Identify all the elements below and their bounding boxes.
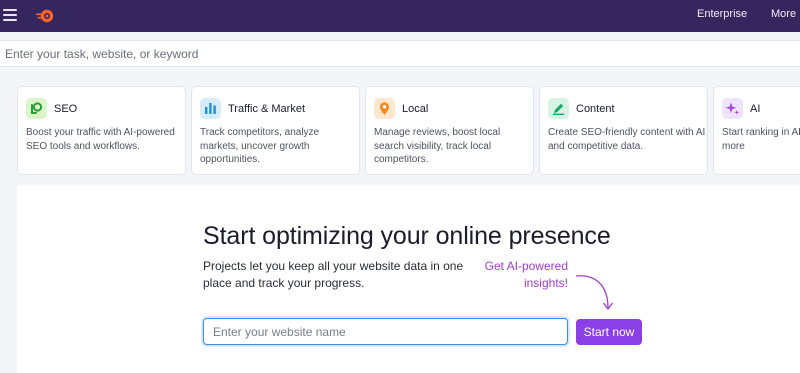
card-description: Track competitors, analyze markets, unco… — [200, 127, 320, 165]
ai-insights-note: Get AI-powered insights! — [484, 259, 568, 290]
card-seo[interactable]: SEO Boost your traffic with AI-powered S… — [17, 86, 186, 175]
page-headline: Start optimizing your online presence — [203, 222, 611, 250]
card-description: Boost your traffic with AI-powered SEO t… — [26, 127, 175, 152]
pencil-icon — [548, 98, 569, 119]
card-traffic-market[interactable]: Traffic & Market Track competitors, anal… — [191, 86, 360, 175]
hamburger-menu-icon[interactable] — [3, 7, 19, 23]
card-title: Content — [576, 103, 615, 115]
card-content[interactable]: Content Create SEO-friendly content with… — [539, 86, 708, 175]
map-pin-icon — [374, 98, 395, 119]
card-description: Create SEO-friendly content with AI and … — [548, 127, 706, 152]
top-bar: Enterprise More — [0, 0, 800, 32]
start-now-button[interactable]: Start now — [576, 319, 642, 345]
seo-icon — [26, 98, 47, 119]
bar-chart-icon — [200, 98, 221, 119]
card-title: AI — [750, 103, 761, 115]
curved-arrow-icon — [575, 275, 614, 310]
enterprise-link[interactable]: Enterprise — [697, 8, 747, 20]
website-name-input[interactable] — [203, 318, 568, 345]
more-link[interactable]: More — [771, 8, 796, 20]
semrush-logo-icon[interactable] — [35, 8, 55, 24]
card-ai[interactable]: AI Start ranking in AI ChatGPT and more — [713, 86, 800, 175]
card-title: Local — [402, 103, 429, 115]
global-search-bar — [0, 40, 800, 67]
card-title: Traffic & Market — [228, 103, 306, 115]
card-local[interactable]: Local Manage reviews, boost local search… — [365, 86, 534, 175]
global-search-input[interactable] — [0, 41, 800, 66]
sparkle-icon — [722, 98, 743, 119]
card-title: SEO — [54, 103, 78, 115]
card-description: Start ranking in AI ChatGPT and more — [722, 127, 800, 152]
card-description: Manage reviews, boost local search visib… — [374, 127, 501, 165]
projects-description: Projects let you keep all your website d… — [203, 259, 464, 290]
